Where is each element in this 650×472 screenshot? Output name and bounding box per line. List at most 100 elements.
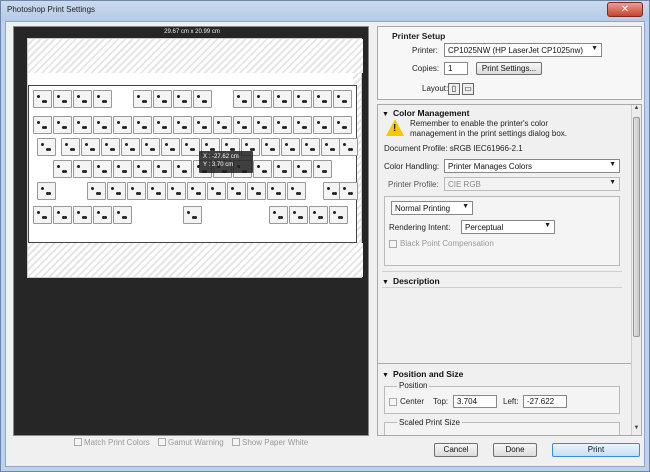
show-paper-white-label: Show Paper White — [242, 438, 309, 447]
keyboard-key-graphic — [333, 90, 352, 108]
match-print-colors-option[interactable]: Match Print Colors — [74, 438, 150, 450]
center-checkbox[interactable] — [389, 398, 397, 406]
printer-setup-group: Printer Setup Printer: CP1025NW (HP Lase… — [377, 26, 642, 100]
keyboard-key-graphic — [53, 160, 72, 178]
center-label: Center — [400, 397, 425, 406]
keyboard-key-graphic — [33, 206, 52, 224]
keyboard-key-graphic — [293, 90, 312, 108]
landscape-icon[interactable]: ▭ — [462, 83, 474, 95]
keyboard-key-graphic — [113, 206, 132, 224]
section-divider — [378, 363, 632, 364]
keyboard-key-graphic — [301, 138, 320, 156]
settings-panel: Printer Setup Printer: CP1025NW (HP Lase… — [377, 26, 642, 436]
keyboard-key-graphic — [161, 138, 180, 156]
keyboard-key-graphic — [37, 138, 56, 156]
keyboard-key-graphic — [247, 182, 266, 200]
window-title: Photoshop Print Settings — [7, 5, 96, 14]
keyboard-key-graphic — [167, 182, 186, 200]
keyboard-key-graphic — [181, 138, 200, 156]
scroll-thumb[interactable] — [633, 117, 640, 337]
show-paper-white-checkbox[interactable] — [232, 438, 240, 446]
keyboard-key-graphic — [53, 90, 72, 108]
keyboard-key-graphic — [273, 90, 292, 108]
show-paper-white-option[interactable]: Show Paper White — [232, 438, 308, 450]
keyboard-key-graphic — [313, 116, 332, 134]
gamut-warning-label: Gamut Warning — [168, 438, 224, 447]
keyboard-key-graphic — [309, 206, 328, 224]
normal-printing-select[interactable]: Normal Printing ▼ — [391, 201, 473, 215]
color-handling-select[interactable]: Printer Manages Colors ▼ — [444, 159, 620, 173]
top-margin-hatch — [28, 39, 363, 73]
keyboard-key-graphic — [107, 182, 126, 200]
gamut-warning-checkbox[interactable] — [158, 438, 166, 446]
tooltip-y-label: Y : — [203, 162, 211, 168]
keyboard-key-graphic — [293, 116, 312, 134]
printer-setup-heading: Printer Setup — [392, 31, 446, 41]
expanded-triangle-icon: ▼ — [382, 372, 389, 379]
rendering-intent-select[interactable]: Perceptual ▼ — [461, 220, 555, 234]
keyboard-key-graphic — [287, 182, 306, 200]
keyboard-key-graphic — [213, 116, 232, 134]
keyboard-key-graphic — [133, 160, 152, 178]
print-settings-window: Photoshop Print Settings ✕ 29.67 cm x 20… — [0, 0, 650, 472]
print-button[interactable]: Print — [552, 443, 640, 457]
keyboard-key-graphic — [73, 90, 92, 108]
position-size-heading[interactable]: ▼ Position and Size — [382, 369, 463, 379]
keyboard-key-graphic — [81, 138, 100, 156]
keyboard-key-graphic — [141, 138, 160, 156]
scroll-up-arrow-icon[interactable]: ▲ — [632, 105, 641, 115]
keyboard-key-graphic — [61, 138, 80, 156]
keyboard-key-graphic — [267, 182, 286, 200]
keyboard-key-graphic — [313, 160, 332, 178]
rendering-intent-value: Perceptual — [465, 223, 504, 232]
keyboard-key-graphic — [261, 138, 280, 156]
section-divider — [382, 287, 622, 288]
print-settings-button[interactable]: Print Settings... — [476, 62, 542, 75]
keyboard-key-graphic — [329, 206, 348, 224]
printed-image[interactable] — [28, 85, 358, 243]
close-button[interactable]: ✕ — [607, 2, 643, 17]
printer-value: CP1025NW (HP LaserJet CP1025nw) — [448, 46, 584, 55]
warning-exclamation-icon: ! — [393, 123, 397, 134]
description-heading[interactable]: ▼ Description — [382, 276, 440, 286]
keyboard-key-graphic — [233, 90, 252, 108]
keyboard-key-graphic — [37, 182, 56, 200]
settings-scroll-pane[interactable]: ▼ Color Management ! Remember to enable t… — [377, 104, 642, 436]
tooltip-x-label: X : — [203, 154, 211, 160]
black-point-label: Black Point Compensation — [400, 239, 494, 248]
top-input[interactable]: 3.704 — [453, 395, 497, 408]
left-input[interactable]: -27.622 — [523, 395, 567, 408]
color-warning-text: Remember to enable the printer's color m… — [410, 119, 567, 138]
preview-options: Match Print Colors Gamut Warning Show Pa… — [74, 438, 374, 450]
keyboard-key-graphic — [121, 138, 140, 156]
gamut-warning-option[interactable]: Gamut Warning — [158, 438, 224, 450]
keyboard-key-graphic — [173, 116, 192, 134]
portrait-icon[interactable]: ▯ — [448, 83, 460, 95]
tooltip-y-value: 3.70 cm — [211, 162, 234, 168]
keyboard-key-graphic — [147, 182, 166, 200]
position-label: Position — [397, 381, 430, 390]
expanded-triangle-icon: ▼ — [382, 111, 389, 118]
match-print-colors-checkbox[interactable] — [74, 438, 82, 446]
keyboard-key-graphic — [153, 116, 172, 134]
vertical-scrollbar[interactable]: ▲ ▼ — [631, 105, 641, 435]
keyboard-key-graphic — [93, 116, 112, 134]
done-button[interactable]: Done — [493, 443, 537, 457]
keyboard-key-graphic — [293, 160, 312, 178]
color-management-heading[interactable]: ▼ Color Management — [382, 108, 469, 118]
keyboard-key-graphic — [269, 206, 288, 224]
scroll-down-arrow-icon[interactable]: ▼ — [632, 425, 641, 435]
copies-input[interactable]: 1 — [444, 62, 468, 75]
printing-options-box: Normal Printing ▼ Rendering Intent: Perc… — [384, 196, 620, 266]
rendering-intent-label: Rendering Intent: — [389, 223, 451, 232]
keyboard-key-graphic — [313, 90, 332, 108]
scaled-print-size-label: Scaled Print Size — [397, 418, 462, 427]
color-handling-label: Color Handling: — [384, 162, 440, 171]
left-label: Left: — [503, 397, 519, 406]
printer-select[interactable]: CP1025NW (HP LaserJet CP1025nw) ▼ — [444, 43, 602, 57]
keyboard-key-graphic — [321, 138, 340, 156]
keyboard-key-graphic — [183, 206, 202, 224]
copies-label: Copies: — [412, 64, 440, 73]
cancel-button[interactable]: Cancel — [434, 443, 478, 457]
keyboard-key-graphic — [127, 182, 146, 200]
